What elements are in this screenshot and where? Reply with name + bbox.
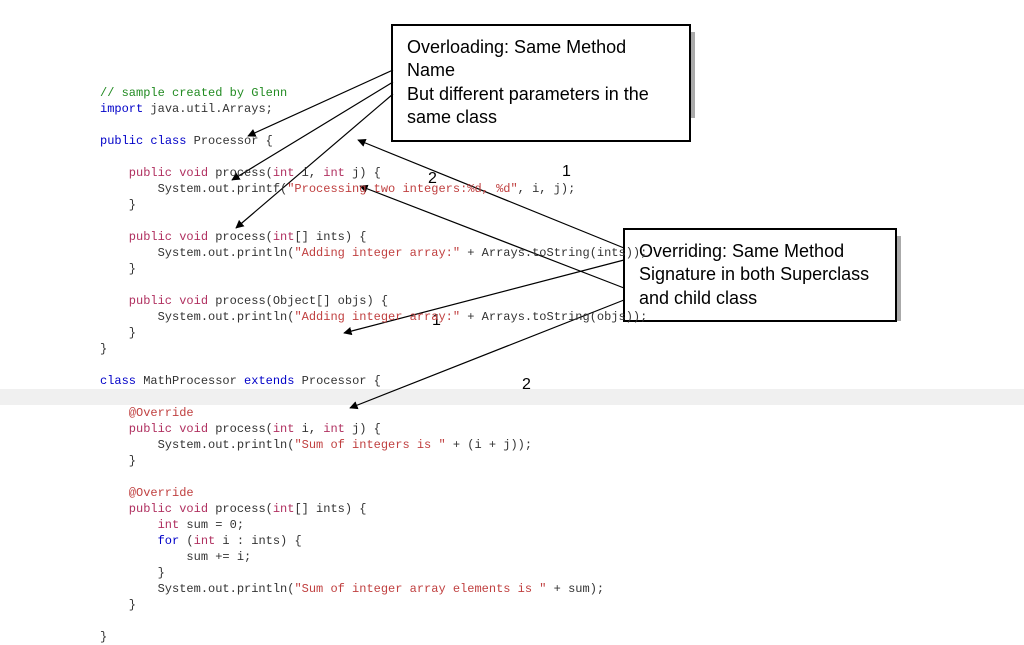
callout-overriding-line3: and child class <box>639 287 881 310</box>
code-comment: // sample created by Glenn <box>100 86 287 100</box>
callout-overriding-line2: Signature in both Superclass <box>639 263 881 286</box>
callout-overriding: Overriding: Same Method Signature in bot… <box>623 228 897 322</box>
callout-overriding-line1: Overriding: Same Method <box>639 240 881 263</box>
callout-overloading-line1: Overloading: Same Method Name <box>407 36 675 83</box>
code-block: // sample created by Glenn import java.u… <box>100 85 647 645</box>
